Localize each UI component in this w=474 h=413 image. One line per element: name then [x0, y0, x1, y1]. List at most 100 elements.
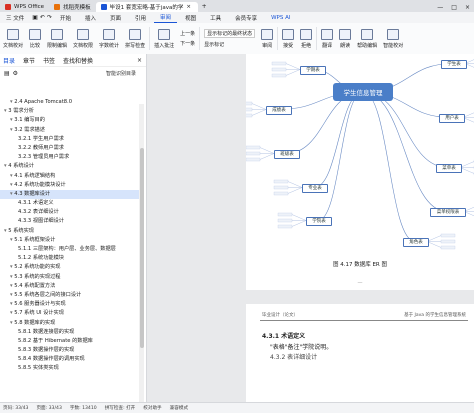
nav-scrollbar[interactable] — [139, 104, 144, 402]
menu-review[interactable]: 审阅 — [154, 12, 178, 23]
scroll-thumb[interactable] — [139, 148, 144, 348]
toc-item[interactable]: 5.8.1 数据连接层的实现 — [0, 328, 140, 337]
toc-item[interactable]: ▾ 5.8 数据库的实现 — [0, 319, 140, 328]
toc-item[interactable]: ▾ 5.1 系统框架设计 — [0, 236, 140, 245]
prev-button[interactable]: 上一条 — [180, 30, 195, 37]
document-rights-button[interactable]: 文档权限 — [70, 23, 96, 54]
page-header-left: 毕业设计（论文） — [262, 313, 298, 318]
toc-item[interactable]: ▾ 4.3 数据库设计 — [0, 189, 140, 200]
next-button[interactable]: 下一条 — [180, 40, 195, 47]
label: 比较 — [30, 42, 41, 49]
accept-button[interactable]: 接受 — [279, 23, 297, 54]
smart-check-button[interactable]: 智能校对 — [380, 23, 406, 54]
toc-item[interactable]: ▾ 5.6 服务器设计与实现 — [0, 300, 140, 309]
toc-item-label: 3.2.2 教师用户需求 — [18, 144, 64, 151]
status-words[interactable]: 字数: 13410 — [70, 405, 97, 411]
toc-item[interactable]: 4.3.1 术语定义 — [0, 199, 140, 208]
toc-item[interactable]: ▾ 4.2 系统功能模块设计 — [0, 181, 140, 190]
menu-reference[interactable]: 引用 — [129, 13, 152, 23]
toc-item[interactable]: ▾ 4.1 系统逻辑结构 — [0, 172, 140, 181]
nav-tab-find[interactable]: 查找和替换 — [63, 56, 93, 65]
er-connector — [362, 91, 416, 242]
toc-item[interactable]: 5.1.1 三层架构：用户层、业务层、数据层 — [0, 245, 140, 254]
toc-item[interactable]: ▾ 4 系统设计 — [0, 162, 140, 171]
toc-item[interactable]: ▾ 3 需求分析 — [0, 107, 140, 116]
restrict-edit-button[interactable]: 限制编辑 — [44, 23, 70, 54]
settings-icon[interactable]: ⚙ — [13, 70, 18, 77]
toc-item[interactable]: ▾ 5.7 系统 UI 设计实现 — [0, 309, 140, 318]
toc-item[interactable]: ▾ 5.2 系统功能的实现 — [0, 263, 140, 272]
tab-label: 找稻壳模板 — [63, 5, 91, 11]
compare-button[interactable]: 比较 — [26, 23, 44, 54]
toc-item[interactable]: 3.2.1 学生用户需求 — [0, 135, 140, 144]
show-marks-button[interactable]: 显示标记 — [204, 41, 255, 48]
menu-wps-ai[interactable]: WPS AI — [265, 13, 296, 23]
doc-compare-button[interactable]: 文档校对 — [0, 23, 26, 54]
toc-item[interactable]: ▾ 2.4 Apache Tomcat8.0 — [0, 98, 140, 107]
minimize-icon[interactable]: — — [437, 4, 443, 11]
smart-toc-button[interactable]: 智能识别目录 — [106, 70, 136, 77]
menu-insert[interactable]: 插入 — [79, 13, 102, 23]
tab-wps-office[interactable]: WPS Office — [0, 2, 49, 12]
er-attribute — [271, 61, 287, 66]
spell-check-button[interactable]: 拼写检查 — [122, 23, 148, 54]
status-page[interactable]: 页码: 33/43 — [3, 405, 28, 411]
status-spell[interactable]: 拼写检查: 打开 — [105, 405, 136, 411]
label: 限制编辑 — [47, 42, 68, 49]
insert-comment-button[interactable]: 插入批注 — [151, 23, 177, 54]
menu-tools[interactable]: 工具 — [204, 13, 227, 23]
ribbon-menu: 三 文件 ▣ ↶ ↷ 开始 插入 页面 引用 审阅 视图 工具 会员专享 WPS… — [0, 12, 474, 23]
track-button[interactable]: 审阅 — [258, 23, 276, 54]
toc-item[interactable]: 5.1.2 系统功能模块 — [0, 254, 140, 263]
toc-item[interactable]: 4.3.3 视图详细设计 — [0, 217, 140, 226]
redo-icon[interactable]: ↷ — [47, 14, 52, 21]
toc-item[interactable]: 5.8.3 数据操作层的实现 — [0, 346, 140, 355]
toc-item-label: 4.3.2 表详细设计 — [18, 209, 59, 216]
menu-view[interactable]: 视图 — [179, 13, 202, 23]
save-icon[interactable]: ▣ — [32, 14, 38, 21]
maximize-icon[interactable]: □ — [451, 4, 457, 11]
expand-icon[interactable]: ▤ — [4, 70, 10, 77]
toc-item[interactable]: ▾ 3.2 需求描述 — [0, 126, 140, 135]
menu-page[interactable]: 页面 — [104, 13, 127, 23]
toc-item[interactable]: 4.3.2 表详细设计 — [0, 208, 140, 217]
toc-item[interactable]: ▾ 5.3 系统的实现过程 — [0, 273, 140, 282]
close-window-icon[interactable]: × — [465, 4, 470, 11]
toc-item[interactable]: 5.8.4 数据操作层的调用实现 — [0, 355, 140, 364]
er-attribute — [271, 73, 287, 78]
new-tab-icon[interactable]: + — [198, 2, 211, 12]
nav-tab-toc[interactable]: 目录 — [3, 56, 15, 65]
word-count-button[interactable]: 字数统计 — [96, 23, 122, 54]
check-icon — [282, 28, 295, 40]
reject-button[interactable]: 拒绝 — [297, 23, 315, 54]
tab-template[interactable]: 找稻壳模板 — [49, 2, 96, 12]
status-proof[interactable]: 校对助手 — [143, 405, 161, 411]
toc-item[interactable]: 3.2.2 教师用户需求 — [0, 144, 140, 153]
review-toolbar: 文档校对 比较 限制编辑 文档权限 字数统计 拼写检查 插入批注 上一条 下一条… — [0, 23, 474, 55]
close-icon[interactable]: × — [186, 4, 191, 10]
document-canvas[interactable]: 学生信息管理 学期表 成绩表 班级表 专业表 学院表 学生表 用户表 菜单表 菜单权限表 角色表 … — [147, 54, 474, 402]
toc-item[interactable]: ▾ 5.5 系统各层之间的接口设计 — [0, 291, 140, 300]
undo-icon[interactable]: ↶ — [40, 14, 45, 21]
nav-tab-bookmark[interactable]: 书签 — [43, 56, 55, 65]
show-markup-select[interactable]: 显示标记的最终状态 — [204, 29, 256, 38]
label: 翻译 — [322, 42, 333, 49]
toc-item[interactable]: 5.8.2 基于 Hibernate 的数据库 — [0, 337, 140, 346]
menu-home[interactable]: 开始 — [54, 13, 77, 23]
toc-item[interactable]: ▾ 5.4 系统配置方法 — [0, 282, 140, 291]
tab-document[interactable]: 毕设1 套宽宏略-基于java的学 × — [95, 2, 198, 12]
menu-member[interactable]: 会员专享 — [229, 13, 263, 23]
toc-item[interactable]: 3.2.3 管理员用户需求 — [0, 153, 140, 162]
toc-item[interactable]: 5.8.5 实体类实现 — [0, 364, 140, 373]
toc-item[interactable]: ▾ 3.1 编写目的 — [0, 116, 140, 125]
toc-item[interactable]: ▾ 5 系统实现 — [0, 227, 140, 236]
read-aloud-button[interactable]: 朗读 — [336, 23, 354, 54]
translate-button[interactable]: 翻译 — [318, 23, 336, 54]
nav-tab-chapter[interactable]: 章节 — [23, 56, 35, 65]
menu-file[interactable]: 三 文件 — [0, 13, 30, 23]
label: 帮助编辑 — [357, 42, 378, 49]
help-edit-button[interactable]: 帮助编辑 — [354, 23, 380, 54]
label: 文档权限 — [73, 42, 94, 49]
close-icon[interactable]: × — [137, 57, 142, 64]
er-table-node: 菜单表 — [436, 164, 462, 173]
